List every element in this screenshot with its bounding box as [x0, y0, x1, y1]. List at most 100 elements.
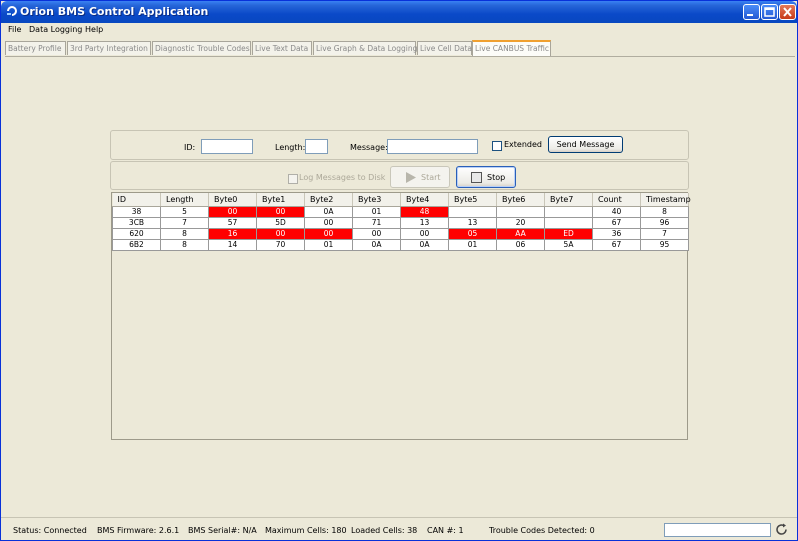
column-header-byte5[interactable]: Byte5: [448, 193, 497, 207]
table-cell: 67: [592, 239, 641, 251]
table-cell: 6B2: [112, 239, 161, 251]
table-cell: [496, 206, 545, 218]
tab-3rd-party-integration[interactable]: 3rd Party Integration: [67, 41, 151, 55]
table-row[interactable]: 38 5 00 00 0A 01 48 40 8: [112, 206, 689, 218]
table-cell: 01: [304, 239, 353, 251]
column-header-byte0[interactable]: Byte0: [208, 193, 257, 207]
table-cell: 16: [208, 228, 257, 240]
table-body: 38 5 00 00 0A 01 48 40 8 3CB 7 57 5D 00 71 13 13 20 67 96 62…: [112, 206, 689, 251]
table-cell: [544, 206, 593, 218]
id-label: ID:: [184, 143, 196, 152]
length-label: Length:: [275, 143, 306, 152]
column-header-byte6[interactable]: Byte6: [496, 193, 545, 207]
stop-icon: [471, 172, 482, 183]
message-input[interactable]: [387, 139, 478, 154]
table-row[interactable]: 6B2 8 14 70 01 0A 0A 01 06 5A 67 95: [112, 239, 689, 251]
app-icon: [6, 5, 18, 17]
menu-file[interactable]: File: [8, 25, 21, 34]
tab-battery-profile[interactable]: Battery Profile: [5, 41, 66, 55]
column-header-byte3[interactable]: Byte3: [352, 193, 401, 207]
table-cell: 38: [112, 206, 161, 218]
table-cell: 13: [400, 217, 449, 229]
table-cell: 71: [352, 217, 401, 229]
close-icon: [783, 7, 792, 17]
tab-live-canbus-traffic[interactable]: Live CANBUS Traffic: [472, 40, 551, 56]
maximize-button[interactable]: [761, 4, 778, 20]
start-button[interactable]: Start: [390, 166, 450, 188]
status-trouble-codes: Trouble Codes Detected: 0: [489, 526, 595, 535]
menu-data-logging[interactable]: Data Logging: [29, 25, 82, 34]
length-input[interactable]: [305, 139, 328, 154]
table-row[interactable]: 3CB 7 57 5D 00 71 13 13 20 67 96: [112, 217, 689, 229]
table-cell: 00: [208, 206, 257, 218]
table-cell: 00: [400, 228, 449, 240]
table-cell: 00: [256, 206, 305, 218]
menu-bar: File Data Logging Help: [1, 23, 797, 38]
table-cell: 5: [160, 206, 209, 218]
status-input-field[interactable]: [664, 523, 771, 537]
table-cell: 20: [496, 217, 545, 229]
table-cell: [544, 217, 593, 229]
table-cell: 5D: [256, 217, 305, 229]
table-cell: AA: [496, 228, 545, 240]
stop-button[interactable]: Stop: [456, 166, 516, 188]
tab-live-graph-data-logging[interactable]: Live Graph & Data Logging: [313, 41, 417, 55]
id-input[interactable]: [201, 139, 253, 154]
send-message-button[interactable]: Send Message: [548, 136, 623, 153]
column-header-length[interactable]: Length: [160, 193, 209, 207]
column-header-byte2[interactable]: Byte2: [304, 193, 353, 207]
column-header-timestamp[interactable]: Timestamp: [640, 193, 691, 207]
table-cell: 00: [256, 228, 305, 240]
table-cell: 36: [592, 228, 641, 240]
column-header-byte1[interactable]: Byte1: [256, 193, 305, 207]
status-bar: Status: Connected BMS Firmware: 2.6.1 BM…: [1, 517, 797, 541]
tab-live-text-data[interactable]: Live Text Data: [252, 41, 312, 55]
status-connection: Status: Connected: [13, 526, 87, 535]
column-header-id[interactable]: ID: [112, 193, 161, 207]
table-header-row: ID Length Byte0 Byte1 Byte2 Byte3 Byte4 Byte5 By…: [112, 193, 691, 207]
minimize-icon: [747, 14, 753, 16]
table-cell: 00: [304, 217, 353, 229]
extended-checkbox[interactable]: [492, 141, 502, 151]
minimize-button[interactable]: [743, 4, 760, 20]
table-cell: 8: [640, 206, 689, 218]
log-messages-checkbox[interactable]: [288, 174, 298, 184]
table-cell: 8: [160, 239, 209, 251]
tab-diagnostic-trouble-codes[interactable]: Diagnostic Trouble Codes: [152, 41, 251, 55]
column-header-byte4[interactable]: Byte4: [400, 193, 449, 207]
table-cell: 67: [592, 217, 641, 229]
table-cell: 96: [640, 217, 689, 229]
table-cell: 40: [592, 206, 641, 218]
table-cell: 00: [304, 228, 353, 240]
table-row[interactable]: 620 8 16 00 00 00 00 05 AA ED 36 7: [112, 228, 689, 240]
close-button[interactable]: [779, 4, 796, 20]
stop-label: Stop: [487, 173, 506, 182]
table-cell: 0A: [304, 206, 353, 218]
table-cell: 05: [448, 228, 497, 240]
table-cell: 8: [160, 228, 209, 240]
canbus-traffic-table[interactable]: ID Length Byte0 Byte1 Byte2 Byte3 Byte4 Byte5 By…: [111, 192, 691, 440]
table-cell: 01: [352, 206, 401, 218]
traffic-table: ID Length Byte0 Byte1 Byte2 Byte3 Byte4 Byte5 By…: [112, 193, 691, 251]
table-cell: 48: [400, 206, 449, 218]
start-label: Start: [421, 173, 441, 182]
status-serial: BMS Serial#: N/A: [188, 526, 257, 535]
table-cell: 3CB: [112, 217, 161, 229]
title-bar[interactable]: Orion BMS Control Application: [1, 1, 797, 23]
tab-live-cell-data[interactable]: Live Cell Data: [417, 41, 472, 55]
message-label: Message:: [350, 143, 388, 152]
app-window: Orion BMS Control Application File Data …: [0, 0, 798, 541]
status-max-cells: Maximum Cells: 180: [265, 526, 347, 535]
status-firmware: BMS Firmware: 2.6.1: [97, 526, 180, 535]
tab-divider: [5, 56, 795, 57]
status-loaded-cells: Loaded Cells: 38: [351, 526, 418, 535]
table-cell: 57: [208, 217, 257, 229]
play-icon: [406, 172, 416, 183]
refresh-icon[interactable]: [775, 523, 788, 536]
send-message-panel: ID: Length: Message: Extended Send Messa…: [110, 130, 689, 160]
menu-help[interactable]: Help: [85, 25, 103, 34]
column-header-count[interactable]: Count: [592, 193, 641, 207]
column-header-byte7[interactable]: Byte7: [544, 193, 593, 207]
extended-label: Extended: [504, 140, 542, 149]
maximize-icon: [764, 7, 775, 17]
